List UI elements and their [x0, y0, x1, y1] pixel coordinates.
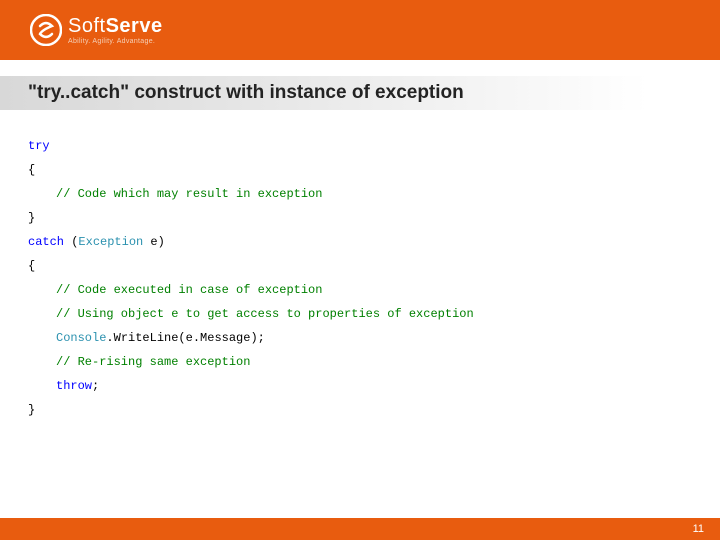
code-brace: } — [28, 211, 35, 225]
logo-name: SoftServe — [68, 16, 163, 36]
slide-title: "try..catch" construct with instance of … — [28, 82, 464, 103]
code-type: Exception — [78, 235, 143, 249]
code-brace: { — [28, 259, 35, 273]
logo-name-bold: Serve — [106, 15, 163, 37]
footer-bar: 11 — [0, 518, 720, 540]
code-comment: // Using object e to get access to prope… — [28, 302, 474, 326]
logo-tagline: Ability. Agility. Advantage. — [68, 38, 163, 45]
code-comment: // Code executed in case of exception — [28, 278, 322, 302]
page-number: 11 — [693, 523, 704, 535]
code-text: .WriteLine(e.Message); — [106, 331, 264, 345]
code-text: ; — [92, 379, 99, 393]
code-text: e) — [143, 235, 165, 249]
logo-name-light: Soft — [68, 15, 106, 37]
logo: SoftServe Ability. Agility. Advantage. — [30, 14, 163, 46]
softserve-logo-icon — [30, 14, 62, 46]
code-type: Console — [56, 331, 106, 345]
slide-title-bar: "try..catch" construct with instance of … — [0, 76, 720, 110]
code-brace: { — [28, 163, 35, 177]
code-comment: // Code which may result in exception — [28, 182, 322, 206]
code-block: try { // Code which may result in except… — [0, 110, 720, 422]
code-comment: // Re-rising same exception — [28, 350, 250, 374]
logo-text: SoftServe Ability. Agility. Advantage. — [68, 16, 163, 45]
code-text: ( — [64, 235, 78, 249]
code-keyword: throw — [56, 379, 92, 393]
code-keyword: catch — [28, 235, 64, 249]
header-bar: SoftServe Ability. Agility. Advantage. — [0, 0, 720, 60]
code-keyword: try — [28, 139, 50, 153]
code-brace: } — [28, 403, 35, 417]
